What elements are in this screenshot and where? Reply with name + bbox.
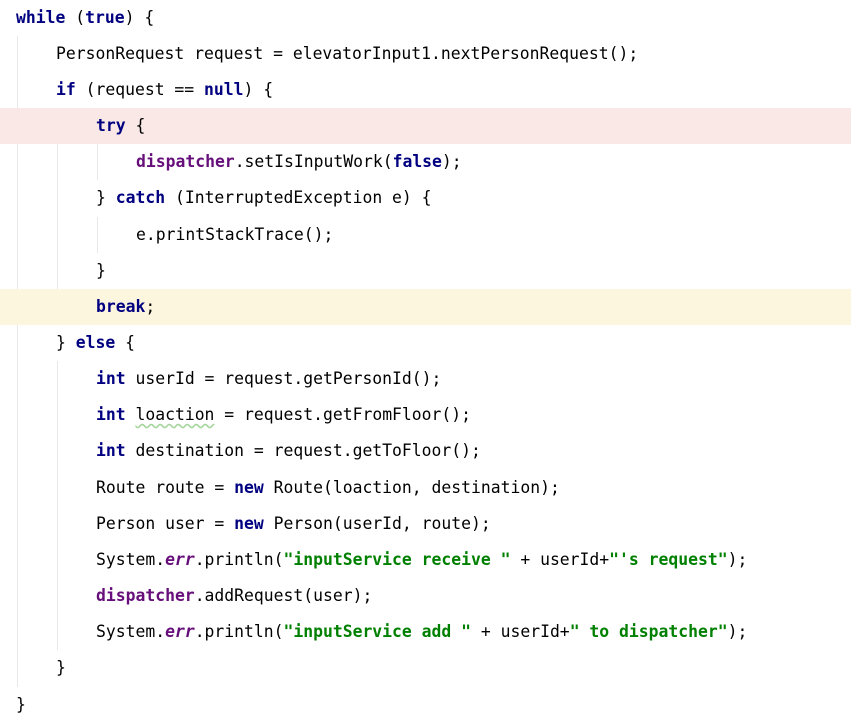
code-line-text: Route route = new Route(loaction, destin…	[96, 470, 560, 506]
code-line-text: e.printStackTrace();	[136, 217, 333, 253]
code-token: System.	[96, 550, 166, 569]
code-line[interactable]: break;	[0, 289, 851, 325]
keyword: new	[234, 478, 264, 497]
code-line-text: System.err.println("inputService receive…	[96, 542, 747, 578]
code-token: ;	[145, 297, 156, 316]
code-line-text: try {	[96, 108, 145, 144]
code-token: }	[16, 695, 26, 714]
keyword: while	[16, 8, 66, 27]
code-line-text: System.err.println("inputService add " +…	[96, 614, 747, 650]
code-token: );	[441, 152, 462, 171]
code-line[interactable]: }	[0, 650, 851, 686]
code-line-text: break;	[96, 289, 155, 325]
code-line-text: PersonRequest request = elevatorInput1.n…	[56, 36, 638, 72]
code-token: System.	[96, 622, 166, 641]
code-token: }	[56, 333, 76, 352]
code-token: dispatcher	[136, 152, 235, 171]
code-token: {	[115, 333, 135, 352]
code-token: );	[727, 622, 748, 641]
code-token: (InterruptedException e) {	[165, 188, 432, 207]
keyword: int	[96, 441, 126, 460]
code-token: ) {	[124, 8, 155, 27]
code-line[interactable]: } else {	[0, 325, 851, 361]
code-token: Person user =	[96, 514, 235, 533]
keyword: new	[234, 514, 264, 533]
code-line-text: }	[56, 650, 66, 686]
code-line-text: }	[96, 253, 106, 289]
keyword: int	[96, 369, 126, 388]
code-line-text: } else {	[56, 325, 135, 361]
code-token: {	[125, 116, 146, 135]
string-literal: "inputService add "	[283, 622, 472, 641]
string-literal: " to dispatcher"	[569, 622, 728, 641]
code-token: Person(userId, route);	[263, 514, 491, 533]
code-line-text: }	[16, 687, 26, 723]
code-line[interactable]: }	[0, 253, 851, 289]
string-literal: "inputService receive "	[283, 550, 511, 569]
keyword: false	[392, 152, 442, 171]
string-literal: "'s request"	[609, 550, 728, 569]
code-token: + userId+	[471, 622, 570, 641]
code-line[interactable]: dispatcher.setIsInputWork(false);	[0, 144, 851, 180]
code-line[interactable]: PersonRequest request = elevatorInput1.n…	[0, 36, 851, 72]
code-token: destination = request.getToFloor();	[125, 441, 481, 460]
code-token: userId = request.getPersonId();	[125, 369, 442, 388]
code-token: dispatcher	[96, 586, 195, 605]
code-line-text: } catch (InterruptedException e) {	[96, 180, 432, 216]
code-token: );	[727, 550, 748, 569]
code-token: .println(	[194, 550, 284, 569]
keyword: try	[96, 116, 126, 135]
code-token: Route route =	[96, 478, 235, 497]
code-token: .println(	[194, 622, 284, 641]
code-line-text: dispatcher.addRequest(user);	[96, 578, 372, 614]
code-token: err	[165, 622, 195, 641]
code-token: }	[56, 658, 66, 677]
code-line-text: Person user = new Person(userId, route);	[96, 506, 491, 542]
keyword: break	[96, 297, 146, 316]
code-line[interactable]: Person user = new Person(userId, route);	[0, 506, 851, 542]
code-line-text: while (true) {	[16, 0, 154, 36]
code-line[interactable]: e.printStackTrace();	[0, 217, 851, 253]
code-token: .setIsInputWork(	[234, 152, 393, 171]
code-line[interactable]: Route route = new Route(loaction, destin…	[0, 470, 851, 506]
code-token: loaction	[135, 405, 215, 424]
keyword: else	[75, 333, 116, 352]
code-line[interactable]: int destination = request.getToFloor();	[0, 433, 851, 469]
keyword: null	[204, 80, 244, 99]
code-token: Route(loaction, destination);	[263, 478, 560, 497]
code-token: + userId+	[510, 550, 610, 569]
keyword: if	[56, 80, 76, 99]
keyword: int	[96, 405, 126, 424]
code-line[interactable]: System.err.println("inputService receive…	[0, 542, 851, 578]
code-token: = request.getFromFloor();	[214, 405, 472, 424]
code-line-text: int userId = request.getPersonId();	[96, 361, 441, 397]
code-token: ) {	[243, 80, 274, 99]
code-line[interactable]: if (request == null) {	[0, 72, 851, 108]
code-token: e.printStackTrace();	[136, 225, 334, 244]
code-line[interactable]: while (true) {	[0, 0, 851, 36]
code-token: }	[96, 261, 106, 280]
code-line-text: int loaction = request.getFromFloor();	[96, 397, 471, 433]
code-line[interactable]: }	[0, 687, 851, 723]
code-line-text: dispatcher.setIsInputWork(false);	[136, 144, 462, 180]
code-line-text: int destination = request.getToFloor();	[96, 433, 481, 469]
code-token: err	[165, 550, 195, 569]
code-line[interactable]: try {	[0, 108, 851, 144]
code-line[interactable]: System.err.println("inputService add " +…	[0, 614, 851, 650]
code-line-text: if (request == null) {	[56, 72, 273, 108]
keyword: catch	[115, 188, 166, 207]
code-token: PersonRequest request = elevatorInput1.n…	[56, 44, 639, 63]
code-line[interactable]: } catch (InterruptedException e) {	[0, 180, 851, 216]
code-token: (request ==	[75, 80, 205, 99]
code-line[interactable]: int loaction = request.getFromFloor();	[0, 397, 851, 433]
code-token: .addRequest(user);	[194, 586, 373, 605]
keyword: true	[85, 8, 125, 27]
code-token: }	[96, 188, 116, 207]
code-line[interactable]: int userId = request.getPersonId();	[0, 361, 851, 397]
code-token: (	[65, 8, 86, 27]
code-line[interactable]: dispatcher.addRequest(user);	[0, 578, 851, 614]
